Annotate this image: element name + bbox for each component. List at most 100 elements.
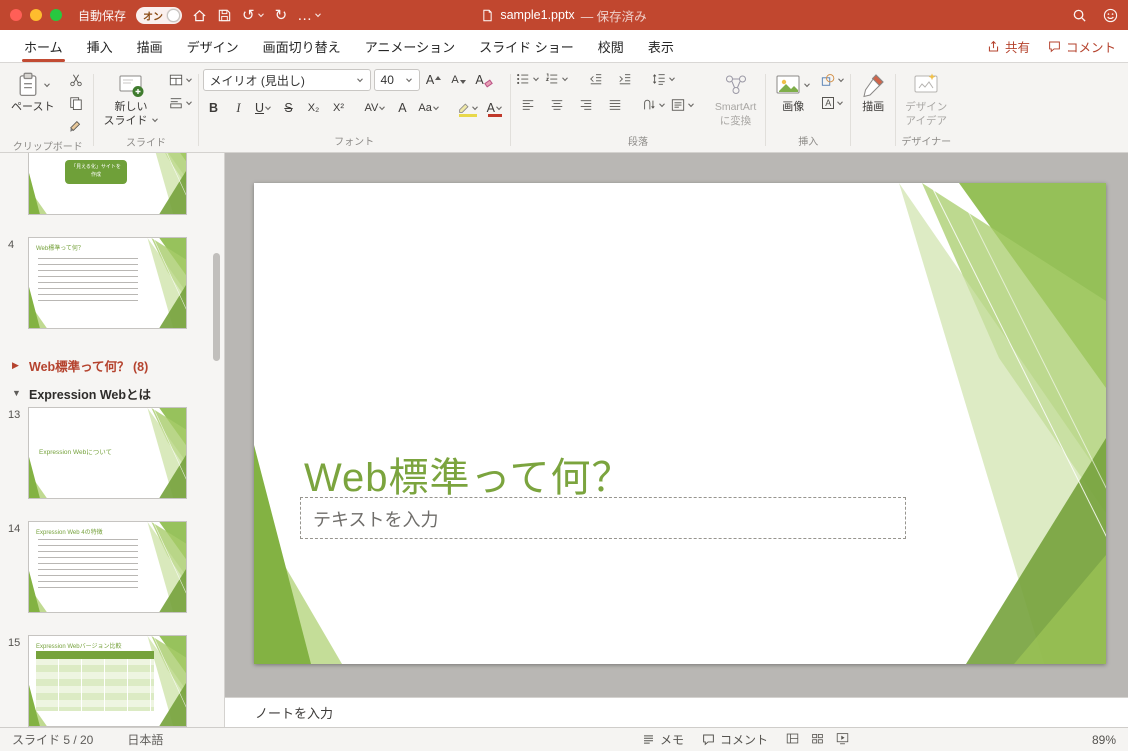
slide-layout-button[interactable] bbox=[168, 70, 194, 90]
grow-font-icon: A bbox=[425, 73, 435, 87]
chevron-down-icon bbox=[378, 104, 386, 112]
triangle-expanded-icon: ▼ bbox=[12, 388, 21, 398]
home-button[interactable] bbox=[192, 8, 207, 23]
slide-title-text[interactable]: Web標準って何？ bbox=[304, 445, 633, 503]
language-button[interactable]: 日本語 bbox=[127, 731, 163, 748]
clear-formatting-button[interactable]: A bbox=[473, 69, 495, 91]
tab-animations[interactable]: アニメーション bbox=[353, 30, 467, 62]
tab-label: デザイン bbox=[186, 39, 239, 55]
font-size-select[interactable]: 40 bbox=[373, 69, 420, 91]
chevron-down-icon bbox=[264, 104, 272, 112]
search-icon bbox=[1072, 8, 1087, 23]
slide-thumbnail-row[interactable]: 4 Web標準って何？ bbox=[0, 237, 224, 329]
tab-draw[interactable]: 描画 bbox=[125, 30, 175, 62]
feedback-smiley-button[interactable] bbox=[1103, 8, 1118, 23]
copy-button[interactable] bbox=[63, 93, 89, 113]
undo-button[interactable]: ↺ bbox=[242, 8, 265, 23]
window-minimize-button[interactable] bbox=[30, 9, 42, 21]
italic-button[interactable]: I bbox=[228, 97, 250, 119]
increase-indent-button[interactable] bbox=[612, 69, 638, 89]
comments-toggle-button[interactable]: コメント bbox=[702, 731, 768, 748]
bold-button[interactable]: B bbox=[203, 97, 225, 119]
character-spacing-button[interactable]: AV bbox=[363, 97, 389, 119]
align-center-icon bbox=[550, 98, 564, 112]
slide-thumbnail-row[interactable]: 14 Expression Web 4の特徴 bbox=[0, 521, 224, 613]
status-bar: スライド 5 / 20 日本語 メモ コメント 89% bbox=[0, 727, 1128, 751]
redo-button[interactable]: ↻ bbox=[275, 8, 288, 23]
slide-sorter-view-button[interactable] bbox=[811, 732, 824, 748]
text-highlight-button[interactable] bbox=[455, 97, 481, 119]
slideshow-button[interactable] bbox=[836, 732, 849, 748]
section-button[interactable] bbox=[168, 93, 194, 113]
chevron-down-icon bbox=[658, 101, 666, 109]
group-label-slides: スライド bbox=[125, 137, 166, 149]
indent-icon bbox=[618, 72, 632, 86]
design-ideas-button[interactable]: デザイン アイデア bbox=[900, 69, 952, 131]
chevron-down-icon bbox=[185, 99, 193, 107]
superscript-button[interactable]: X² bbox=[328, 97, 350, 119]
cut-button[interactable] bbox=[63, 70, 89, 90]
text-effects-icon: A bbox=[398, 101, 407, 115]
tab-home[interactable]: ホーム bbox=[12, 30, 75, 62]
slide-thumbnail-row[interactable]: 「見える化」サイトを作成 bbox=[0, 153, 224, 215]
paste-button[interactable]: ペースト bbox=[6, 69, 59, 118]
text-effects-button[interactable]: A bbox=[391, 97, 413, 119]
sidebar-scrollbar-thumb[interactable] bbox=[213, 253, 220, 361]
normal-view-button[interactable] bbox=[786, 732, 799, 748]
slide-thumbnail: Expression Webバージョン比較 bbox=[28, 635, 187, 727]
font-color-button[interactable]: A bbox=[484, 97, 506, 119]
window-zoom-button[interactable] bbox=[50, 9, 62, 21]
align-text-button[interactable] bbox=[670, 95, 696, 115]
strikethrough-button[interactable]: S bbox=[278, 97, 300, 119]
bullets-button[interactable] bbox=[515, 69, 541, 89]
decrease-font-size-button[interactable]: A bbox=[448, 69, 470, 91]
zoom-level[interactable]: 89% bbox=[1092, 733, 1116, 747]
quick-access-more-button[interactable]: … bbox=[297, 8, 322, 23]
draw-button[interactable]: 描画 bbox=[855, 69, 891, 118]
change-case-button[interactable]: Aa bbox=[416, 97, 441, 119]
slide-body-placeholder[interactable]: テキストを入力 bbox=[300, 497, 906, 539]
decrease-indent-button[interactable] bbox=[583, 69, 609, 89]
align-right-button[interactable] bbox=[573, 95, 599, 115]
font-name-select[interactable]: メイリオ (見出し) bbox=[202, 69, 371, 91]
window-close-button[interactable] bbox=[10, 9, 22, 21]
comments-button[interactable]: コメント bbox=[1048, 37, 1116, 56]
numbering-button[interactable] bbox=[544, 69, 570, 89]
line-spacing-button[interactable] bbox=[651, 69, 677, 89]
section-header-web-standards[interactable]: ▶ Web標準って何？ (8) bbox=[0, 351, 224, 379]
subscript-button[interactable]: X₂ bbox=[303, 97, 325, 119]
tab-review[interactable]: 校閲 bbox=[586, 30, 636, 62]
autosave-toggle[interactable]: オン bbox=[136, 6, 183, 24]
search-button[interactable] bbox=[1072, 8, 1087, 23]
tab-insert[interactable]: 挿入 bbox=[75, 30, 125, 62]
slide-canvas[interactable]: Web標準って何？ テキストを入力 bbox=[225, 153, 1128, 697]
format-painter-button[interactable] bbox=[63, 116, 89, 136]
autosave-label: 自動保存 bbox=[78, 8, 127, 23]
tab-transitions[interactable]: 画面切り替え bbox=[251, 30, 353, 62]
insert-textbox-button[interactable]: A bbox=[820, 93, 846, 113]
align-center-button[interactable] bbox=[544, 95, 570, 115]
notes-toggle-button[interactable]: メモ bbox=[642, 731, 684, 748]
insert-picture-button[interactable]: 画像 bbox=[770, 69, 816, 118]
new-slide-button[interactable]: 新しい スライド bbox=[98, 69, 163, 132]
save-button[interactable] bbox=[217, 8, 232, 23]
superscript-icon: X² bbox=[333, 102, 345, 114]
slide-thumbnail-row[interactable]: 13 Expression Webについて bbox=[0, 407, 224, 499]
tab-view[interactable]: 表示 bbox=[636, 30, 686, 62]
align-left-button[interactable] bbox=[515, 95, 541, 115]
current-slide[interactable]: Web標準って何？ テキストを入力 bbox=[254, 183, 1106, 664]
comment-icon bbox=[1048, 40, 1061, 53]
slide-thumbnail-row[interactable]: 15 Expression Webバージョン比較 bbox=[0, 635, 224, 727]
tab-slideshow[interactable]: スライド ショー bbox=[467, 30, 586, 62]
share-button[interactable]: 共有 bbox=[987, 37, 1030, 56]
increase-font-size-button[interactable]: A bbox=[423, 69, 445, 91]
design-ideas-label: デザイン アイデア bbox=[905, 101, 948, 127]
notes-pane[interactable]: ノートを入力 bbox=[225, 697, 1128, 727]
convert-to-smartart-button[interactable]: SmartArt に変換 bbox=[710, 69, 761, 131]
tab-design[interactable]: デザイン bbox=[175, 30, 251, 62]
justify-button[interactable] bbox=[602, 95, 628, 115]
section-header-expression-web[interactable]: ▼ Expression Webとは bbox=[0, 379, 224, 407]
insert-shapes-button[interactable] bbox=[820, 70, 846, 90]
text-direction-button[interactable] bbox=[641, 95, 667, 115]
underline-button[interactable]: U bbox=[253, 97, 275, 119]
